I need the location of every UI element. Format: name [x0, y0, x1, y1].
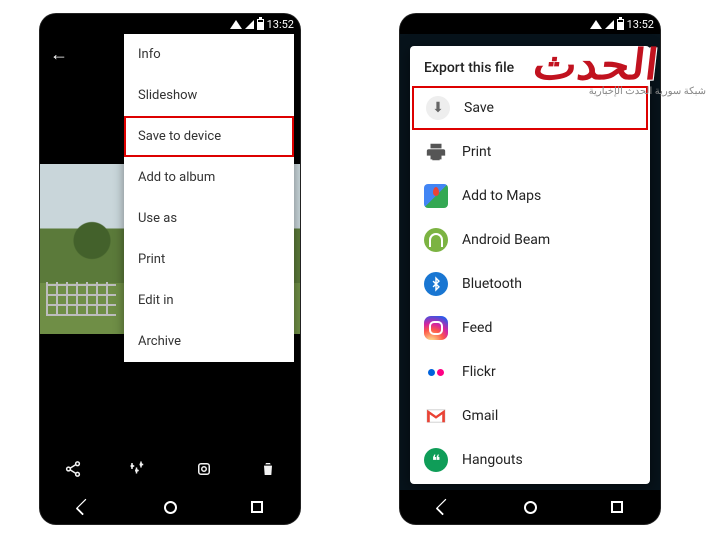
clock: 13:52	[267, 18, 294, 31]
share-item-android-beam[interactable]: Android Beam	[410, 218, 650, 262]
android-nav-bar	[40, 490, 300, 524]
share-item-label: Feed	[462, 320, 492, 336]
battery-icon	[257, 19, 264, 30]
nav-recent-icon[interactable]	[611, 501, 623, 513]
share-item-label: Print	[462, 144, 491, 160]
edit-icon[interactable]	[129, 460, 147, 482]
flickr-icon	[424, 360, 448, 384]
menu-item-slideshow[interactable]: Slideshow	[124, 75, 294, 116]
share-item-gmail[interactable]: Gmail	[410, 394, 650, 438]
menu-item-label: Info	[138, 47, 161, 62]
menu-item-edit-in[interactable]: Edit in	[124, 280, 294, 321]
instagram-icon	[424, 316, 448, 340]
share-sheet: Export this file ⬇ Save Print Add to Map…	[410, 46, 650, 484]
maps-icon	[424, 184, 448, 208]
export-screen: Export this file ⬇ Save Print Add to Map…	[400, 34, 660, 490]
menu-item-use-as[interactable]: Use as	[124, 198, 294, 239]
status-bar: 13:52	[400, 14, 660, 34]
share-item-label: Gmail	[462, 408, 498, 424]
phone-right: 13:52 Export this file ⬇ Save Print	[400, 14, 660, 524]
nav-back-icon[interactable]	[435, 499, 452, 516]
android-nav-bar	[400, 490, 660, 524]
share-item-label: Android Beam	[462, 232, 550, 248]
menu-item-label: Use as	[138, 211, 177, 226]
menu-item-label: Print	[138, 252, 165, 267]
clock: 13:52	[627, 18, 654, 31]
menu-item-save-to-device[interactable]: Save to device	[124, 116, 294, 157]
menu-item-print[interactable]: Print	[124, 239, 294, 280]
share-item-hangouts[interactable]: ❝ Hangouts	[410, 438, 650, 482]
share-item-label: Add to Maps	[462, 188, 541, 204]
wifi-icon	[590, 20, 602, 29]
menu-item-label: Edit in	[138, 293, 174, 308]
overflow-menu: Info Slideshow Save to device Add to alb…	[124, 34, 294, 362]
bluetooth-icon	[424, 272, 448, 296]
wifi-icon	[230, 20, 242, 29]
trash-icon[interactable]	[260, 460, 276, 482]
share-item-label: Bluetooth	[462, 276, 522, 292]
menu-item-info[interactable]: Info	[124, 34, 294, 75]
menu-item-add-to-album[interactable]: Add to album	[124, 157, 294, 198]
share-sheet-title: Export this file	[410, 56, 650, 86]
menu-item-label: Save to device	[138, 129, 221, 144]
share-icon[interactable]	[64, 460, 82, 482]
menu-item-label: Archive	[138, 334, 181, 349]
android-beam-icon	[424, 228, 448, 252]
print-icon	[424, 140, 448, 164]
status-bar: 13:52	[40, 14, 300, 34]
signal-icon	[245, 20, 254, 29]
share-item-label: Hangouts	[462, 452, 523, 468]
menu-item-label: Slideshow	[138, 88, 197, 103]
nav-home-icon[interactable]	[164, 501, 177, 514]
share-item-feed[interactable]: Feed	[410, 306, 650, 350]
menu-item-archive[interactable]: Archive	[124, 321, 294, 362]
battery-icon	[617, 19, 624, 30]
back-arrow-icon[interactable]: ←	[50, 44, 68, 65]
share-item-label: Save	[464, 100, 494, 116]
hangouts-icon: ❝	[424, 448, 448, 472]
nav-back-icon[interactable]	[75, 499, 92, 516]
share-item-label: Flickr	[462, 364, 496, 380]
share-item-bluetooth[interactable]: Bluetooth	[410, 262, 650, 306]
download-icon: ⬇	[426, 96, 450, 120]
nav-recent-icon[interactable]	[251, 501, 263, 513]
signal-icon	[605, 20, 614, 29]
share-item-save[interactable]: ⬇ Save	[412, 86, 648, 130]
lens-icon[interactable]	[195, 460, 213, 482]
menu-item-label: Add to album	[138, 170, 215, 185]
photo-toolbar	[40, 460, 300, 482]
gmail-icon	[424, 404, 448, 428]
nav-home-icon[interactable]	[524, 501, 537, 514]
share-item-print[interactable]: Print	[410, 130, 650, 174]
share-item-add-to-maps[interactable]: Add to Maps	[410, 174, 650, 218]
share-item-flickr[interactable]: Flickr	[410, 350, 650, 394]
phone-left: 13:52 ←	[40, 14, 300, 524]
